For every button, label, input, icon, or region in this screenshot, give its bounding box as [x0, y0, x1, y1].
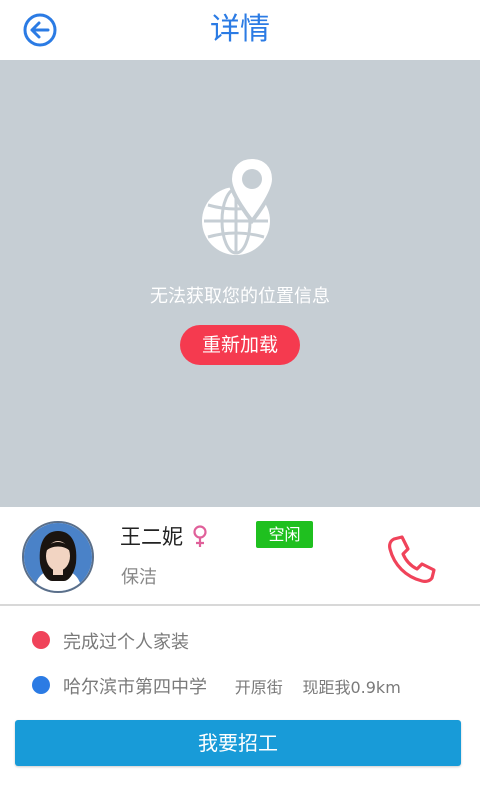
status-badge: 空闲	[256, 521, 313, 548]
experience-text: 完成过个人家装	[63, 632, 189, 653]
hire-button[interactable]: 我要招工	[15, 720, 461, 766]
page-title: 详情	[210, 12, 270, 47]
call-button[interactable]	[386, 533, 438, 585]
address-text: 哈尔滨市第四中学	[63, 677, 207, 698]
red-dot-icon	[32, 631, 50, 649]
avatar	[22, 521, 94, 593]
phone-icon	[388, 535, 436, 583]
location-row: 哈尔滨市第四中学 开原街 现距我0.9km	[0, 670, 480, 700]
location-text: 哈尔滨市第四中学 开原街 现距我0.9km	[63, 673, 401, 699]
worker-name: 王二妮	[120, 525, 183, 549]
map-area: 无法获取您的位置信息 重新加载	[0, 60, 480, 507]
female-symbol-icon	[193, 525, 207, 547]
street-text: 开原街	[234, 678, 283, 697]
blue-dot-icon	[32, 676, 50, 694]
location-error-message: 无法获取您的位置信息	[150, 286, 330, 307]
reload-button[interactable]: 重新加载	[180, 325, 300, 365]
worker-card: 王二妮 空闲 保洁	[0, 507, 480, 606]
worker-job: 保洁	[121, 567, 157, 588]
top-bar: 详情	[0, 0, 480, 60]
globe-location-pin-icon	[202, 157, 277, 255]
avatar-photo	[24, 523, 92, 591]
distance-text: 现距我0.9km	[302, 678, 401, 697]
experience-row: 完成过个人家装	[0, 625, 480, 655]
